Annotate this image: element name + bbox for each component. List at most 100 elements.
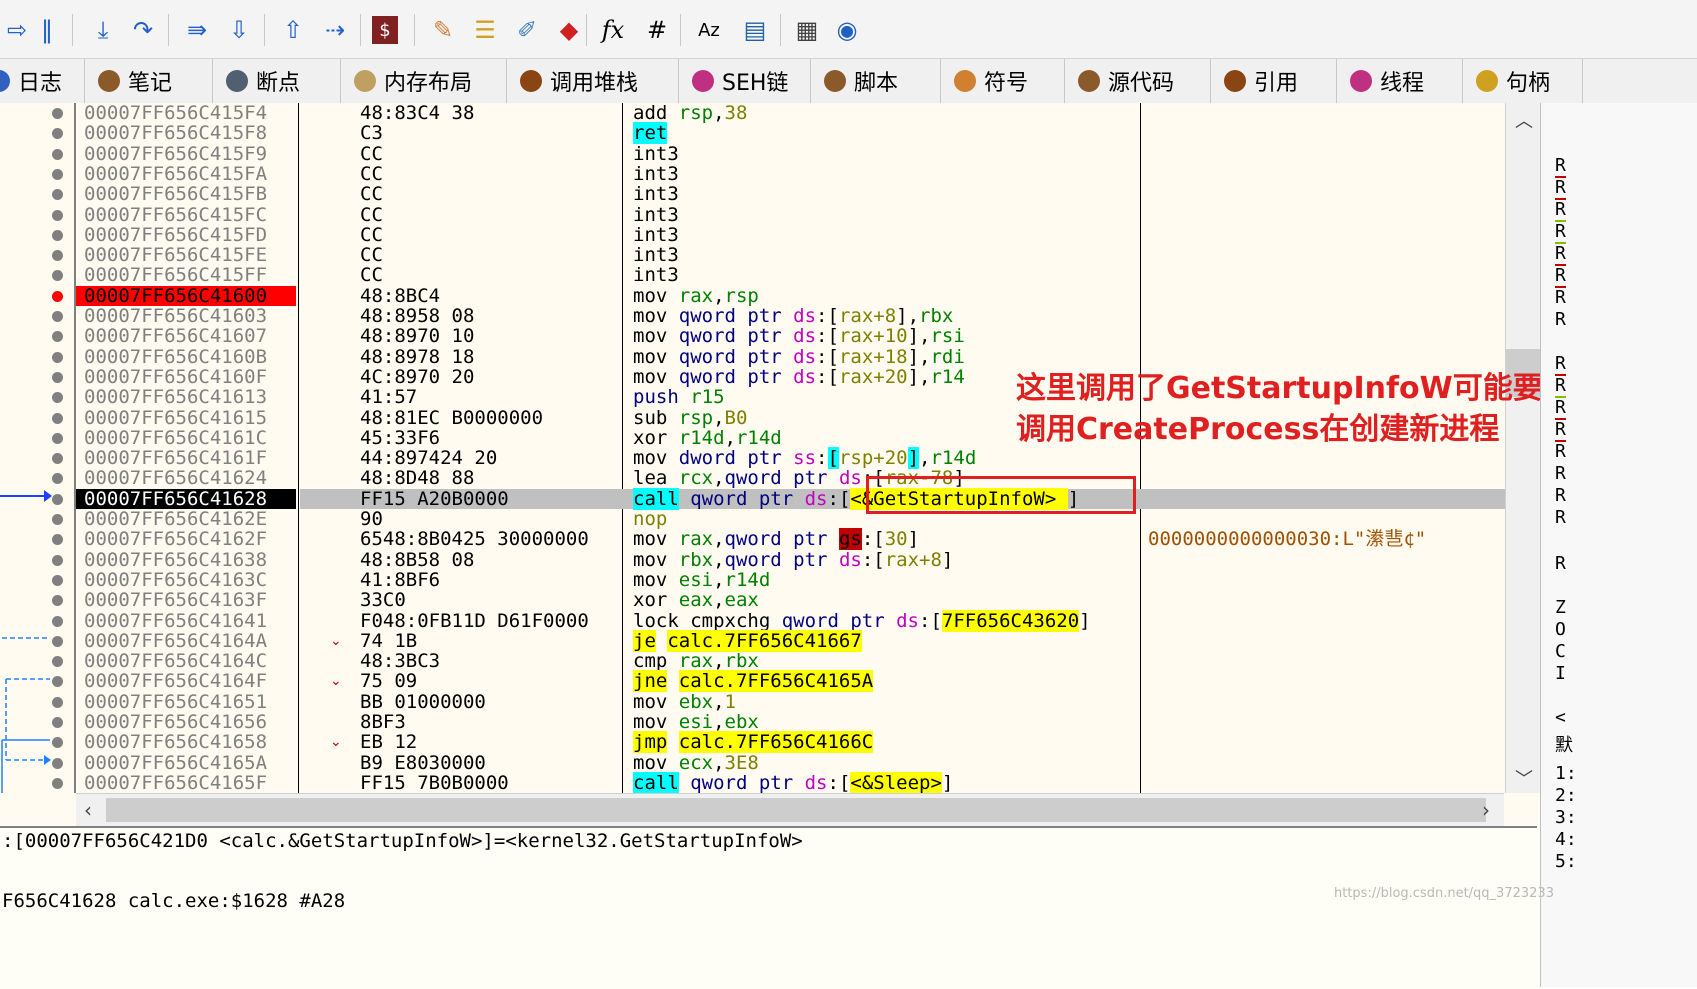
breakpoint-dot-icon[interactable] [52, 574, 63, 586]
disasm-row[interactable]: 00007FF656C415FC CC int3 [0, 205, 1505, 225]
scroll-up-icon[interactable]: ︿ [1515, 107, 1533, 133]
font-icon[interactable]: Aᴢ [692, 12, 726, 48]
breakpoint-dot-icon[interactable] [52, 656, 63, 668]
breakpoint-dot-icon[interactable] [52, 717, 63, 728]
label-icon[interactable]: ✐ [510, 12, 544, 48]
disasm-row[interactable]: 00007FF656C4164C 48:3BC3 cmp rax,rbx [0, 651, 1505, 671]
globe-icon[interactable]: ◉ [830, 12, 864, 48]
scroll-down-icon[interactable]: ﹀ [1515, 765, 1533, 791]
breakpoint-dot-icon[interactable] [52, 696, 63, 708]
tab-symbols[interactable]: 符号 [940, 59, 1065, 103]
hash-icon[interactable]: # [640, 12, 674, 48]
disasm-row[interactable]: 00007FF656C4165A B9 E8030000 mov ecx,3E8 [0, 753, 1505, 773]
tab-seh[interactable]: SEH链 [678, 59, 811, 103]
breakpoint-dot-icon[interactable] [52, 453, 63, 465]
disasm-row[interactable]: 00007FF656C4163F 33C0 xor eax,eax [0, 590, 1505, 610]
breakpoint-dot-icon[interactable] [52, 392, 63, 404]
disasm-row[interactable]: 00007FF656C4160B 48:8978 18 mov qword ptr … [0, 347, 1505, 367]
breakpoint-dot-icon[interactable] [52, 432, 63, 444]
breakpoint-dot-icon[interactable] [52, 168, 63, 180]
disasm-row[interactable]: 00007FF656C4164F ⌄ 75 09 jne calc.7FF656C41… [0, 670, 1505, 693]
breakpoint-dot-icon[interactable] [52, 331, 63, 343]
breakpoint-dot-icon[interactable] [52, 534, 63, 546]
disasm-row[interactable]: 00007FF656C415FA CC int3 [0, 164, 1505, 184]
disasm-row[interactable]: 00007FF656C415F9 CC int3 [0, 144, 1505, 164]
breakpoint-icon[interactable] [52, 290, 63, 302]
disasm-row[interactable]: 00007FF656C4164A ⌄ 74 1B je calc.7FF656C416… [0, 629, 1505, 652]
breakpoint-dot-icon[interactable] [52, 250, 63, 262]
scroll-left-icon[interactable]: ‹ [84, 798, 92, 822]
module-icon[interactable]: ▤ [738, 12, 772, 48]
patch-icon[interactable]: ✎ [426, 12, 460, 48]
breakpoint-dot-icon[interactable] [52, 128, 63, 140]
disasm-row[interactable]: 00007FF656C415FF CC int3 [0, 265, 1505, 285]
breakpoint-dot-icon[interactable] [52, 635, 63, 647]
disasm-row[interactable]: 00007FF656C415F4 48:83C4 38 add rsp,38 [0, 103, 1505, 123]
breakpoint-dot-icon[interactable] [52, 371, 63, 383]
disasm-row[interactable]: 00007FF656C4163C 41:8BF6 mov esi,r14d [0, 570, 1505, 590]
tab-memory-map[interactable]: 内存布局 [340, 59, 507, 103]
disasm-row[interactable]: 00007FF656C41603 48:8958 08 mov qword ptr … [0, 306, 1505, 326]
trace-over-icon[interactable]: ⇩ [222, 12, 256, 48]
disasm-row[interactable]: 00007FF656C41638 48:8B58 08 mov rbx,qword … [0, 550, 1505, 570]
breakpoint-dot-icon[interactable] [52, 351, 63, 363]
tab-threads[interactable]: 线程 [1336, 59, 1463, 103]
breakpoint-dot-icon[interactable] [52, 108, 63, 119]
step-over-icon[interactable]: ↷ [126, 12, 160, 48]
tab-call-stack[interactable]: 调用堆栈 [506, 59, 679, 103]
tab-handles[interactable]: 句柄 [1462, 59, 1583, 103]
breakpoint-dot-icon[interactable] [52, 473, 63, 485]
tab-log[interactable]: 日志 [0, 59, 85, 103]
breakpoint-dot-icon[interactable] [52, 676, 63, 688]
breakpoint-dot-icon[interactable] [52, 148, 63, 160]
breakpoint-dot-icon[interactable] [52, 209, 63, 221]
disasm-row[interactable]: 00007FF656C4165F FF15 7B0B0000 call qword … [0, 771, 1505, 794]
function-icon[interactable]: fx [596, 12, 630, 48]
disasm-row[interactable]: 00007FF656C41658 ⌄ EB 12 jmp calc.7FF656C41… [0, 731, 1505, 754]
comment-icon[interactable]: ☰ [468, 12, 502, 48]
breakpoint-dot-icon[interactable] [52, 554, 63, 566]
disasm-row[interactable]: 00007FF656C415FE CC int3 [0, 245, 1505, 265]
disasm-row[interactable]: 00007FF656C415FB CC int3 [0, 184, 1505, 204]
scylla-icon[interactable]: $ [372, 16, 398, 44]
tab-references[interactable]: 引用 [1210, 59, 1337, 103]
calculator-icon[interactable]: ▦ [790, 12, 824, 48]
disasm-row[interactable]: 00007FF656C41651 BB 01000000 mov ebx,1 [0, 692, 1505, 712]
pause-icon[interactable]: ‖ [30, 12, 64, 48]
disasm-row[interactable]: 00007FF656C41624 48:8D48 88 lea rcx,qword … [0, 468, 1505, 488]
breakpoint-dot-icon[interactable] [52, 757, 63, 769]
disasm-row[interactable]: 00007FF656C41628 FF15 A20B0000 call qword … [0, 487, 1505, 510]
breakpoint-dot-icon[interactable] [52, 777, 63, 789]
disasm-row[interactable]: 00007FF656C41641 F048:0FB11D D61F0000 lock… [0, 609, 1505, 632]
bookmark-icon[interactable]: ◆ [552, 12, 586, 48]
scroll-right-icon[interactable]: › [1482, 798, 1490, 822]
breakpoint-dot-icon[interactable] [52, 270, 63, 282]
tab-notes[interactable]: 笔记 [84, 59, 213, 103]
disasm-row[interactable]: 00007FF656C4161F 44:897424 20 mov dword pt… [0, 447, 1505, 470]
breakpoint-dot-icon[interactable] [52, 737, 63, 749]
breakpoint-dot-icon[interactable] [52, 311, 63, 322]
breakpoint-dot-icon[interactable] [52, 493, 63, 505]
disasm-row[interactable]: 00007FF656C41656 8BF3 mov esi,ebx [0, 712, 1505, 732]
breakpoint-dot-icon[interactable] [52, 229, 63, 241]
disassembly-view[interactable]: 00007FF656C415F4 48:83C4 38 add rsp,38 0000… [0, 103, 1660, 826]
tab-script[interactable]: 脚本 [810, 59, 941, 103]
trace-into-icon[interactable]: ⇛ [180, 12, 214, 48]
breakpoint-dot-icon[interactable] [52, 412, 63, 424]
disasm-row[interactable]: 00007FF656C41607 48:8970 10 mov qword ptr … [0, 326, 1505, 346]
disasm-row[interactable]: 00007FF656C415FD CC int3 [0, 225, 1505, 245]
tab-source[interactable]: 源代码 [1064, 59, 1211, 103]
breakpoint-dot-icon[interactable] [52, 595, 63, 607]
execute-till-return-icon[interactable]: ⇧ [276, 12, 310, 48]
breakpoint-dot-icon[interactable] [52, 615, 63, 627]
scroll-thumb[interactable] [106, 798, 1486, 822]
run-to-user-code-icon[interactable]: ⇢ [318, 12, 352, 48]
disasm-row[interactable]: 00007FF656C415F8 C3 ret [0, 122, 1505, 145]
disasm-row[interactable]: 00007FF656C41600 48:8BC4 mov rax,rsp [0, 285, 1505, 306]
horizontal-scrollbar[interactable]: ‹ › [76, 793, 1504, 826]
run-icon[interactable]: ⇨ [0, 12, 34, 48]
disasm-row[interactable]: 00007FF656C4162F 6548:8B0425 30000000 mov … [0, 528, 1505, 551]
breakpoint-dot-icon[interactable] [52, 189, 63, 201]
step-into-icon[interactable]: ⤓ [86, 12, 120, 48]
tab-breakpoints[interactable]: 断点 [212, 59, 341, 103]
